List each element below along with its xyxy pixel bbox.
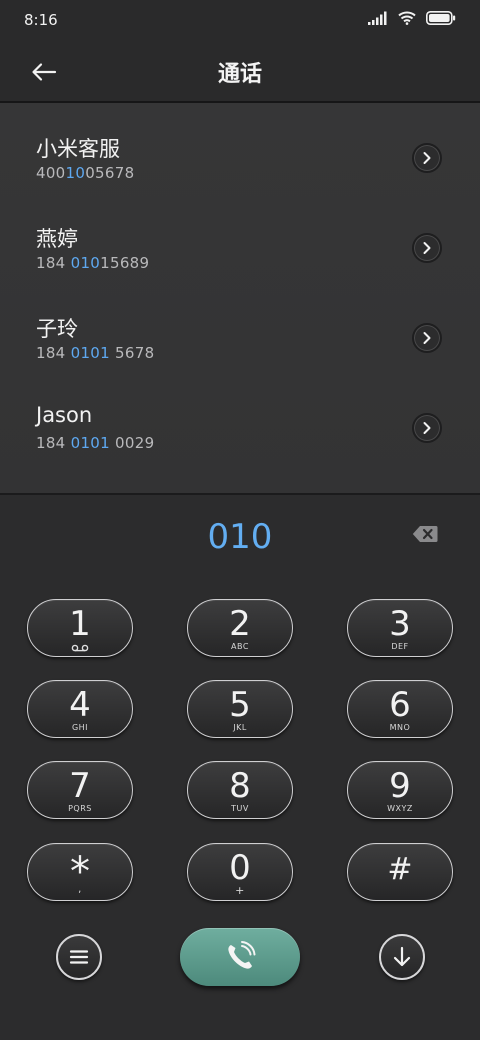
contact-details-button[interactable] (412, 143, 442, 173)
chevron-right-icon (423, 422, 431, 434)
key-letters: DEF (391, 642, 409, 651)
number-part: 184 (36, 344, 71, 362)
key-6[interactable]: 6 MNO (347, 680, 453, 738)
menu-icon (69, 950, 89, 964)
dialed-number[interactable]: 010 (0, 517, 480, 557)
key-2[interactable]: 2 ABC (187, 599, 293, 657)
contact-item[interactable]: 子玲 184 0101 5678 (0, 283, 480, 373)
key-digit: 3 (389, 604, 411, 644)
contact-item[interactable]: 小米客服 4001005678 (0, 103, 480, 193)
contact-details-button[interactable] (412, 323, 442, 353)
number-match: 0101 (70, 344, 110, 362)
voicemail-icon (28, 644, 132, 652)
contact-name: 燕婷 (36, 227, 78, 251)
battery-icon (426, 11, 456, 25)
contact-item[interactable]: Jason 184 0101 0029 (0, 373, 480, 463)
contact-name: 小米客服 (36, 137, 120, 161)
chevron-right-icon (423, 332, 431, 344)
wifi-icon (398, 11, 416, 25)
collapse-dialpad-button[interactable] (379, 934, 425, 980)
key-letters: PQRS (68, 804, 92, 813)
key-0[interactable]: 0 + (187, 843, 293, 901)
key-4[interactable]: 4 GHI (27, 680, 133, 738)
backspace-button[interactable] (412, 525, 440, 549)
key-letters: GHI (71, 723, 89, 732)
contact-details-button[interactable] (412, 413, 442, 443)
key-digit: 9 (389, 766, 411, 806)
contact-number: 184 01015689 (36, 254, 149, 272)
status-time: 8:16 (24, 11, 58, 29)
contact-number: 184 0101 0029 (36, 434, 154, 452)
contact-name: 子玲 (36, 317, 78, 341)
contact-item[interactable]: 燕婷 184 01015689 (0, 193, 480, 283)
key-letters: , (78, 884, 82, 895)
app-header: 通话 (0, 42, 480, 102)
contact-name: Jason (36, 403, 93, 427)
key-letters: JKL (233, 723, 247, 732)
contact-number: 184 0101 5678 (36, 344, 154, 362)
key-digit: 8 (229, 766, 251, 806)
phone-icon (228, 941, 256, 969)
number-part: 184 (36, 254, 71, 272)
contact-list: 小米客服 4001005678 燕婷 184 01015689 子玲 184 0… (0, 103, 480, 493)
number-part: 15689 (100, 254, 150, 272)
key-1[interactable]: 1 (27, 599, 133, 657)
number-part: 5678 (109, 344, 155, 362)
key-letters: MNO (389, 723, 411, 732)
menu-button[interactable] (56, 934, 102, 980)
number-match: 010 (70, 254, 101, 272)
page-title: 通话 (217, 62, 262, 87)
status-bar: 8:16 (0, 0, 480, 42)
dialpad-area: 010 1 2 ABC 3 DEF 4 GHI 5 JKL 6 MNO 7 PQ… (0, 495, 480, 1040)
key-digit: 4 (69, 685, 91, 725)
key-letters: + (235, 884, 245, 897)
key-star[interactable]: * , (27, 843, 133, 901)
key-digit: 7 (69, 766, 91, 806)
number-match: 10 (65, 164, 86, 182)
contact-number: 4001005678 (36, 164, 134, 182)
contact-details-button[interactable] (412, 233, 442, 263)
key-digit: # (387, 852, 413, 887)
number-part: 400 (36, 164, 66, 182)
key-letters: WXYZ (387, 804, 413, 813)
number-part: 05678 (85, 164, 135, 182)
number-match: 0101 (70, 434, 110, 452)
key-hash[interactable]: # (347, 843, 453, 901)
key-digit: 0 (229, 848, 251, 888)
chevron-right-icon (423, 152, 431, 164)
key-5[interactable]: 5 JKL (187, 680, 293, 738)
signal-icon (368, 11, 387, 25)
backspace-icon (412, 526, 438, 542)
key-3[interactable]: 3 DEF (347, 599, 453, 657)
key-letters: ABC (231, 642, 249, 651)
key-digit: 2 (229, 604, 251, 644)
number-part: 0029 (109, 434, 155, 452)
call-button[interactable] (180, 928, 300, 986)
key-8[interactable]: 8 TUV (187, 761, 293, 819)
key-9[interactable]: 9 WXYZ (347, 761, 453, 819)
key-digit: 1 (69, 604, 91, 644)
status-icons (368, 11, 456, 25)
key-digit: 6 (389, 685, 411, 725)
key-7[interactable]: 7 PQRS (27, 761, 133, 819)
number-part: 184 (36, 434, 71, 452)
arrow-down-icon (393, 946, 411, 967)
key-digit: 5 (229, 685, 251, 725)
chevron-right-icon (423, 242, 431, 254)
key-letters: TUV (231, 804, 249, 813)
